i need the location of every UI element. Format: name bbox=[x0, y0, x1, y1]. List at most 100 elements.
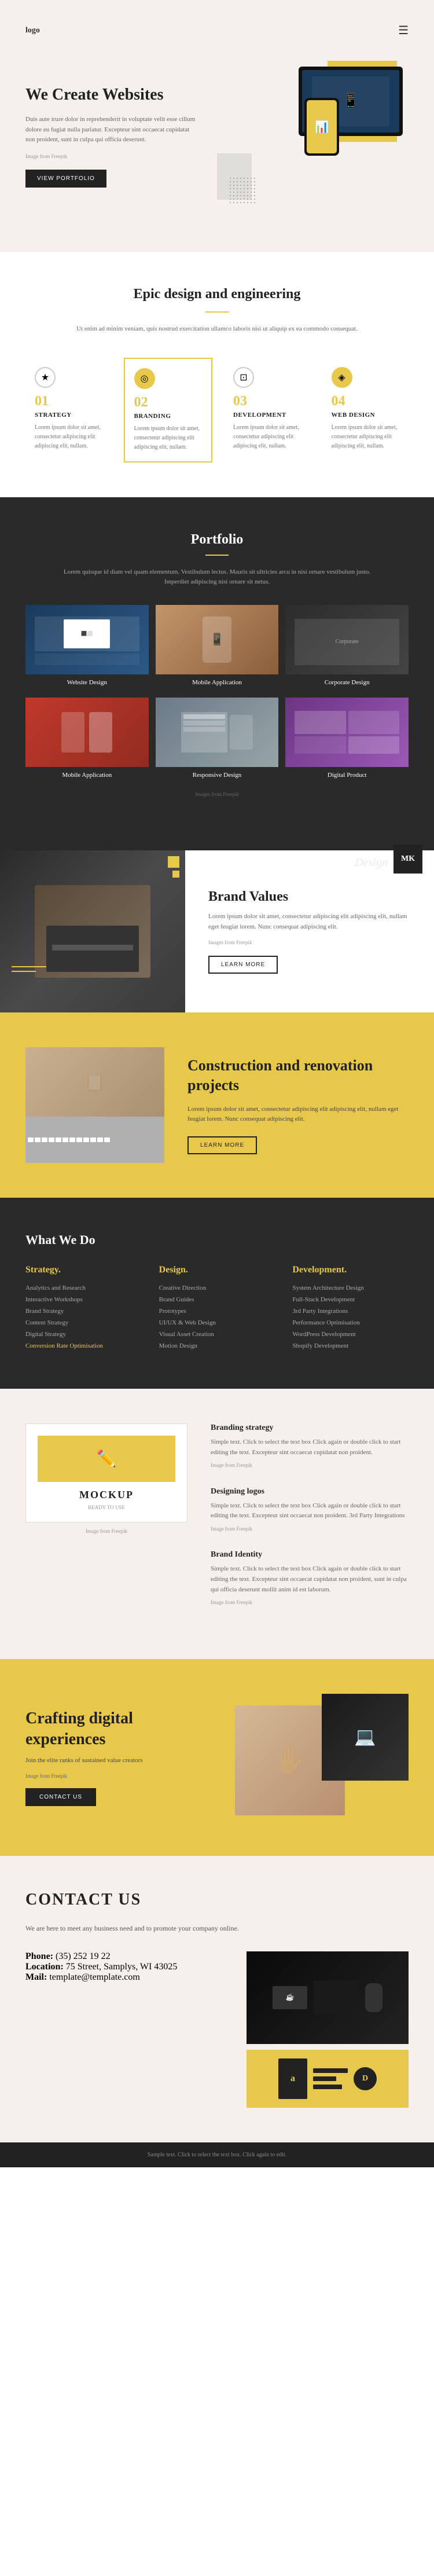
yellow-sq-2 bbox=[172, 871, 179, 878]
branding-strategy-desc: Simple text. Click to select the text bo… bbox=[211, 1437, 409, 1458]
crafting-image-credit: Image from Freepik bbox=[25, 1773, 212, 1779]
logo: logo bbox=[25, 26, 40, 35]
hamburger-menu[interactable]: ☰ bbox=[398, 23, 409, 38]
hero-title: We Create Websites bbox=[25, 85, 198, 105]
portfolio-item-website[interactable]: ⬛⬜ Website Design bbox=[25, 605, 149, 691]
branding-items-area: Branding strategy Simple text. Click to … bbox=[211, 1423, 409, 1624]
crafting-contact-button[interactable]: CONTACT US bbox=[25, 1788, 96, 1806]
branding-mockup-area: ✏️ MOCKUP READY TO USE Image from Freepi… bbox=[25, 1423, 187, 1624]
branding-item-strategy: Branding strategy Simple text. Click to … bbox=[211, 1423, 409, 1470]
webdesign-title: WEB DESIGN bbox=[332, 412, 400, 419]
what-item-3rdparty[interactable]: 3rd Party Integrations bbox=[292, 1308, 409, 1315]
epic-section: Epic design and engineering Ut enim ad m… bbox=[0, 252, 434, 497]
portfolio-divider bbox=[205, 555, 229, 556]
portfolio-img-responsive bbox=[156, 698, 279, 767]
what-item-analytics[interactable]: Analytics and Research bbox=[25, 1285, 142, 1291]
portfolio-img-corporate: Corporate bbox=[285, 605, 409, 674]
dot-pattern-decoration bbox=[229, 177, 258, 206]
feature-strategy: ★ 01 STRATEGY Lorem ipsum dolor sit amet… bbox=[25, 358, 112, 463]
strategy-number: 01 bbox=[35, 394, 103, 409]
contact-images: ☕ a D bbox=[247, 1951, 409, 2108]
branding-strategy-credit: Image from Freepik bbox=[211, 1461, 409, 1469]
what-item-fullstack[interactable]: Full-Stack Development bbox=[292, 1296, 409, 1303]
view-portfolio-button[interactable]: VIEW PORTFOLIO bbox=[25, 170, 106, 188]
portfolio-item-mobile[interactable]: 📱 Mobile Application bbox=[156, 605, 279, 691]
what-item-digital[interactable]: Digital Strategy bbox=[25, 1331, 142, 1338]
what-item-workshops[interactable]: Interactive Workshops bbox=[25, 1296, 142, 1303]
construction-learn-more-button[interactable]: LEARN MORE bbox=[187, 1136, 257, 1154]
brand-description: Lorem ipsum dolor sit amet, consectetur … bbox=[208, 912, 411, 932]
branding-title: BRANDING bbox=[134, 413, 203, 420]
what-design-list: Creative Direction Brand Guides Prototyp… bbox=[159, 1285, 275, 1349]
what-item-content[interactable]: Content Strategy bbox=[25, 1319, 142, 1326]
webdesign-number: 04 bbox=[332, 394, 400, 409]
contact-section: CONTACT US We are here to meet any busin… bbox=[0, 1856, 434, 2142]
what-item-shopify[interactable]: Shopify Development bbox=[292, 1342, 409, 1349]
mockup-title: MOCKUP bbox=[38, 1489, 175, 1501]
crafting-images: ✋ 💻 bbox=[235, 1694, 409, 1821]
portfolio-item-corporate[interactable]: Corporate Corporate Design bbox=[285, 605, 409, 691]
what-item-sysarch[interactable]: System Architecture Design bbox=[292, 1285, 409, 1291]
what-dev-heading: Development. bbox=[292, 1265, 409, 1275]
construction-image: 📋 bbox=[25, 1047, 164, 1163]
portfolio-item-digital[interactable]: Digital Product bbox=[285, 698, 409, 783]
portfolio-img-website: ⬛⬜ bbox=[25, 605, 149, 674]
portfolio-grid-bottom: Mobile Application Responsive Design bbox=[25, 698, 409, 783]
portfolio-item-mobile2[interactable]: Mobile Application bbox=[25, 698, 149, 783]
what-item-creative[interactable]: Creative Direction bbox=[159, 1285, 275, 1291]
what-item-uiux[interactable]: UI/UX & Web Design bbox=[159, 1319, 275, 1326]
construction-section: 📋 Construction and renovation projects L… bbox=[0, 1012, 434, 1198]
what-item-motion[interactable]: Motion Design bbox=[159, 1342, 275, 1349]
portfolio-description: Lorem quisque id diam vel quam elementum… bbox=[61, 567, 373, 588]
webdesign-icon-area: ◈ bbox=[332, 367, 352, 388]
branding-section: ✏️ MOCKUP READY TO USE Image from Freepi… bbox=[0, 1389, 434, 1658]
webdesign-icon: ◈ bbox=[332, 367, 352, 388]
feature-webdesign: ◈ 04 WEB DESIGN Lorem ipsum dolor sit am… bbox=[322, 358, 409, 463]
what-item-prototypes[interactable]: Prototypes bbox=[159, 1308, 275, 1315]
what-dev-col: Development. System Architecture Design … bbox=[292, 1265, 409, 1354]
epic-title: Epic design and engineering bbox=[25, 287, 409, 302]
contact-phone: (35) 252 19 22 bbox=[56, 1951, 111, 1961]
epic-description: Ut enim ad minim veniam, quis nostrud ex… bbox=[61, 324, 373, 335]
contact-location-row: Location: 75 Street, Samplys, WI 43025 bbox=[25, 1962, 229, 1972]
what-grid: Strategy. Analytics and Research Interac… bbox=[25, 1265, 409, 1354]
contact-image-1: ☕ bbox=[247, 1951, 409, 2044]
branding-logos-desc: Simple text. Click to select the text bo… bbox=[211, 1501, 409, 1521]
hero-image-credit: Image from Freepik bbox=[25, 152, 198, 160]
what-design-heading: Design. bbox=[159, 1265, 275, 1275]
portfolio-label-website: Website Design bbox=[25, 674, 149, 691]
portfolio-label-responsive: Responsive Design bbox=[156, 767, 279, 783]
branding-identity-desc: Simple text. Click to select the text bo… bbox=[211, 1564, 409, 1595]
what-item-perf[interactable]: Performance Optimisation bbox=[292, 1319, 409, 1326]
construction-title: Construction and renovation projects bbox=[187, 1056, 409, 1095]
brand-decor bbox=[12, 966, 46, 1001]
branding-description: Lorem ipsum dolor sit amet, consectetur … bbox=[134, 424, 203, 452]
what-item-brand-guides[interactable]: Brand Guides bbox=[159, 1296, 275, 1303]
what-item-wordpress[interactable]: WordPress Development bbox=[292, 1331, 409, 1338]
portfolio-item-responsive[interactable]: Responsive Design bbox=[156, 698, 279, 783]
strategy-icon-area: ★ bbox=[35, 367, 56, 388]
contact-title: CONTACT US bbox=[25, 1891, 409, 1909]
contact-email-row: Mail: template@template.com bbox=[25, 1972, 229, 1983]
contact-location: 75 Street, Samplys, WI 43025 bbox=[66, 1962, 178, 1972]
footer-text: Sample text. Click to select the text bo… bbox=[148, 2152, 287, 2158]
branding-icon-area: ◎ bbox=[134, 368, 155, 389]
strategy-description: Lorem ipsum dolor sit amet, consectetur … bbox=[35, 423, 103, 451]
branding-number: 02 bbox=[134, 395, 203, 410]
what-item-visual-asset[interactable]: Visual Asset Creation bbox=[159, 1331, 275, 1338]
what-item-brand-strategy[interactable]: Brand Strategy bbox=[25, 1308, 142, 1315]
hero-image-area: 📱 📊 bbox=[217, 55, 409, 217]
crafting-title: Crafting digital experiences bbox=[25, 1708, 212, 1751]
brand-learn-more-button[interactable]: LEARN MORE bbox=[208, 956, 278, 974]
strategy-icon: ★ bbox=[35, 367, 56, 388]
branding-strategy-title: Branding strategy bbox=[211, 1423, 409, 1433]
brand-section: MK Design Brand Values Lorem ipsum dolor… bbox=[0, 850, 434, 1012]
development-icon: ⊡ bbox=[233, 367, 254, 388]
branding-identity-title: Brand Identity bbox=[211, 1550, 409, 1559]
what-item-cro[interactable]: Conversion Rate Optimisation bbox=[25, 1342, 142, 1349]
brand-title: Brand Values bbox=[208, 889, 411, 905]
contact-phone-label: Phone: bbox=[25, 1951, 53, 1961]
what-design-col: Design. Creative Direction Brand Guides … bbox=[159, 1265, 275, 1354]
contact-phone-row: Phone: (35) 252 19 22 bbox=[25, 1951, 229, 1962]
what-dev-list: System Architecture Design Full-Stack De… bbox=[292, 1285, 409, 1349]
